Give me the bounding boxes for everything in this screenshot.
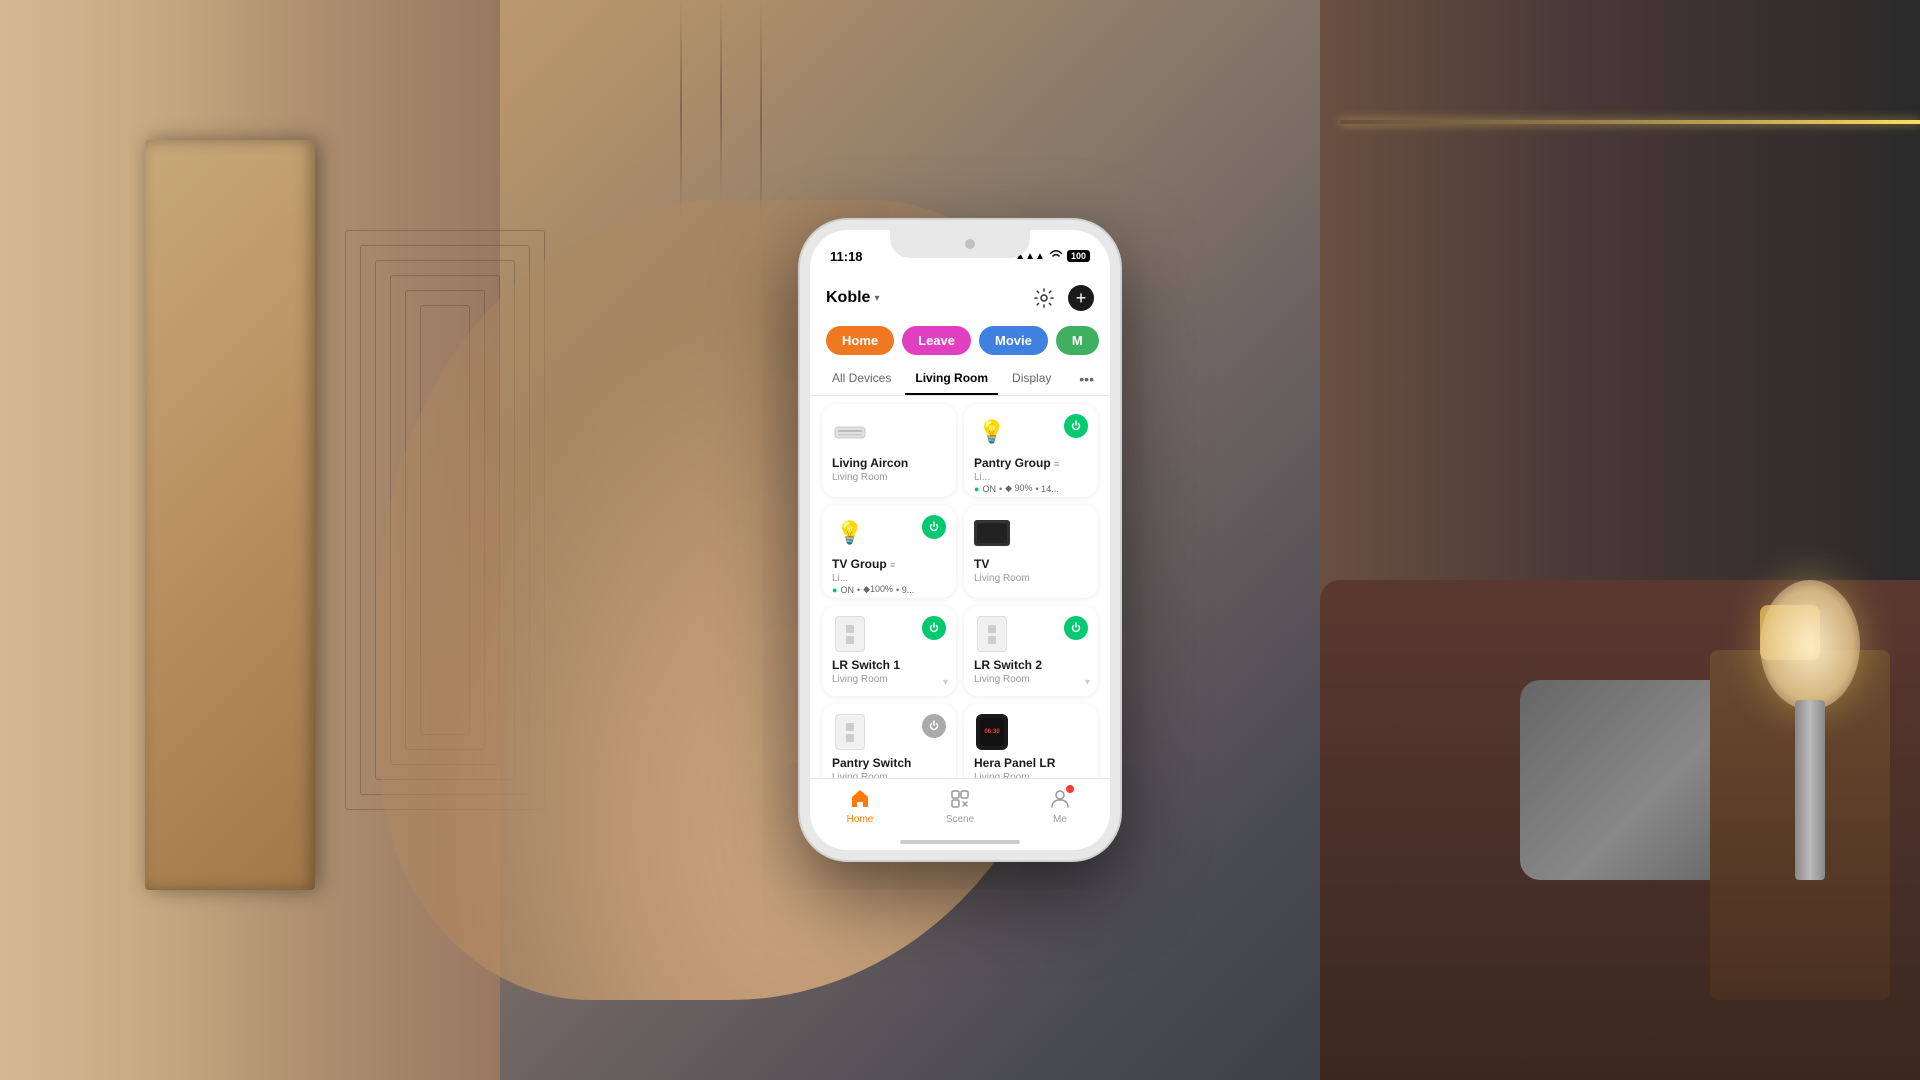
phone-frame: 11:18 ▲▲▲ 100 Koble ▾ <box>800 220 1120 860</box>
tv-group-power-button[interactable] <box>922 515 946 539</box>
chevron-down-icon[interactable]: ▾ <box>874 293 879 304</box>
lr-switch-2-power-button[interactable] <box>1064 616 1088 640</box>
app-title: Koble <box>826 289 870 307</box>
hera-panel-name: Hera Panel LR <box>974 756 1088 770</box>
scene-home-button[interactable]: Home <box>826 326 894 355</box>
wall-door <box>145 140 315 890</box>
status-time: 11:18 <box>830 249 863 264</box>
lr-switch-1-power-button[interactable] <box>922 616 946 640</box>
home-icon <box>848 787 872 811</box>
home-indicator <box>900 840 1020 844</box>
chandelier-wire-2 <box>720 0 722 200</box>
me-icon <box>1048 787 1072 811</box>
nav-me-label: Me <box>1053 814 1067 825</box>
status-icons: ▲▲▲ 100 <box>1015 249 1090 263</box>
lr-switch-1-room: Living Room <box>832 674 946 685</box>
app-header: Koble ▾ + <box>810 274 1110 320</box>
expand-icon-2: ▾ <box>1085 677 1090 688</box>
scene-leave-button[interactable]: Leave <box>902 326 971 355</box>
battery-icon: 100 <box>1067 250 1090 262</box>
scene-m-button[interactable]: M <box>1056 326 1099 355</box>
nav-scene-label: Scene <box>946 814 974 825</box>
wifi-icon <box>1049 249 1063 263</box>
nav-home[interactable]: Home <box>810 787 910 825</box>
expand-icon: ▾ <box>943 677 948 688</box>
pantry-switch-power-button[interactable] <box>922 714 946 738</box>
lr-switch-2-name: LR Switch 2 <box>974 658 1088 672</box>
add-button[interactable]: + <box>1068 285 1094 311</box>
pantry-switch-name: Pantry Switch <box>832 756 946 770</box>
aircon-icon <box>832 414 868 450</box>
scene-icon <box>948 787 972 811</box>
nav-home-label: Home <box>847 814 874 825</box>
header-left: Koble ▾ <box>826 289 879 307</box>
tv-group-icon: 💡 <box>832 515 868 551</box>
pantry-group-power-button[interactable] <box>1064 414 1088 438</box>
aircon-name: Living Aircon <box>832 456 946 470</box>
lr-switch-1-name: LR Switch 1 <box>832 658 946 672</box>
lr-switch-2-room: Living Room <box>974 674 1088 685</box>
tv-group-room: Li... <box>832 573 946 584</box>
pantry-group-icon: 💡 <box>974 414 1010 450</box>
pantry-group-status: ●ON •◆ 90%• 14... <box>974 483 1088 494</box>
device-card-lr-switch-2[interactable]: LR Switch 2 Living Room ▾ <box>964 606 1098 696</box>
scene-movie-button[interactable]: Movie <box>979 326 1048 355</box>
scene-bar: Home Leave Movie M <box>810 320 1110 363</box>
pantry-switch-icon <box>832 714 868 750</box>
settings-button[interactable] <box>1030 284 1058 312</box>
phone-notch <box>890 230 1030 258</box>
device-card-lr-switch-1[interactable]: LR Switch 1 Living Room ▾ <box>822 606 956 696</box>
tv-room: Living Room <box>974 573 1088 584</box>
led-strip <box>1340 120 1920 124</box>
device-card-tv[interactable]: TV Living Room <box>964 505 1098 598</box>
nav-me[interactable]: Me <box>1010 787 1110 825</box>
pantry-group-room: Li... <box>974 472 1088 483</box>
tv-group-name: TV Group ≡ <box>832 557 946 571</box>
header-right: + <box>1030 284 1094 312</box>
device-card-living-aircon[interactable]: Living Aircon Living Room <box>822 404 956 497</box>
hera-panel-icon: 06:30 <box>974 714 1010 750</box>
lr-switch-1-icon <box>832 616 868 652</box>
tab-bar: All Devices Living Room Display ••• <box>810 363 1110 396</box>
tab-all-devices[interactable]: All Devices <box>822 363 901 395</box>
notification-badge <box>1065 784 1075 794</box>
chandelier-wire <box>680 0 682 220</box>
device-card-tv-group[interactable]: 💡 TV Group ≡ Li... ●ON •◆100%• <box>822 505 956 598</box>
lamp-base <box>1795 700 1825 880</box>
front-camera <box>965 239 975 249</box>
pantry-group-name: Pantry Group ≡ <box>974 456 1088 470</box>
tab-more-button[interactable]: ••• <box>1075 363 1098 395</box>
aircon-room: Living Room <box>832 472 946 483</box>
lamp-shade <box>1760 580 1860 710</box>
tv-group-status: ●ON •◆100%• 9... <box>832 584 946 595</box>
lr-switch-2-icon <box>974 616 1010 652</box>
device-grid: Living Aircon Living Room 💡 <box>810 396 1110 802</box>
phone-wrapper: 11:18 ▲▲▲ 100 Koble ▾ <box>800 220 1120 860</box>
phone-screen: Koble ▾ + Home Leave Movie <box>810 274 1110 850</box>
nav-scene[interactable]: Scene <box>910 787 1010 825</box>
tab-display[interactable]: Display <box>1002 363 1061 395</box>
device-card-pantry-group[interactable]: 💡 Pantry Group ≡ Li... ●ON •◆ <box>964 404 1098 497</box>
tv-icon <box>974 515 1010 551</box>
tab-living-room[interactable]: Living Room <box>905 363 998 395</box>
tv-name: TV <box>974 557 1088 571</box>
